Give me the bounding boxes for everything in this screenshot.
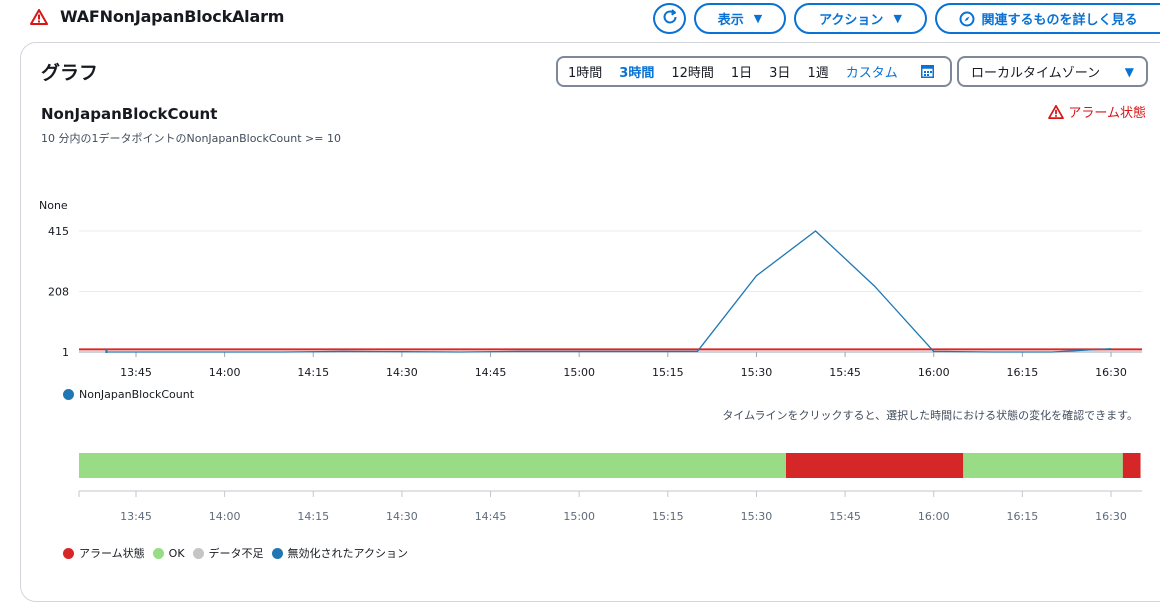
series-legend-swatch — [63, 389, 74, 400]
timeline-segment — [1122, 453, 1141, 478]
timeline-segment — [79, 453, 786, 478]
series-legend: NonJapanBlockCount — [63, 388, 194, 401]
legend-insufficient-swatch — [192, 547, 204, 559]
timeline-tick-label: 15:45 — [829, 510, 861, 523]
series-legend-label[interactable]: NonJapanBlockCount — [79, 388, 194, 401]
timeline-segment — [786, 453, 964, 478]
legend-alarm-label: アラーム状態 — [79, 547, 145, 560]
legend-disabled-label: 無効化されたアクション — [287, 547, 408, 560]
y-tick-label: 208 — [48, 286, 69, 299]
timeline-tick-label: 16:30 — [1095, 510, 1127, 523]
legend-insufficient-label: データ不足 — [208, 547, 264, 560]
x-tick-label: 14:45 — [475, 366, 507, 379]
x-tick-label: 14:00 — [209, 366, 241, 379]
timeline-tick-label: 14:45 — [475, 510, 507, 523]
x-tick-label: 15:30 — [741, 366, 773, 379]
legend-ok: OK — [152, 546, 185, 560]
timeline-tick-label: 14:00 — [209, 510, 241, 523]
timeline-hint: タイムラインをクリックすると、選択した時間における状態の変化を確認できます。 — [722, 409, 1138, 422]
x-tick-label: 16:00 — [918, 366, 950, 379]
timeline-tick-label: 16:00 — [918, 510, 950, 523]
x-tick-label: 14:30 — [386, 366, 418, 379]
metric-chart[interactable]: 1 208 415 13:45 14:00 14:15 14:30 14:45 15:00 15:… — [0, 0, 1160, 585]
x-tick-label: 15:00 — [563, 366, 595, 379]
timeline-segment — [963, 453, 1123, 478]
x-tick-label: 15:45 — [829, 366, 861, 379]
legend-ok-label: OK — [168, 546, 185, 560]
y-tick-label: 1 — [62, 346, 69, 359]
y-tick-label: 415 — [48, 225, 69, 238]
legend-insufficient: データ不足 — [192, 545, 264, 561]
legend-alarm: アラーム状態 — [63, 545, 145, 561]
timeline-tick-label: 14:30 — [386, 510, 418, 523]
x-tick-label: 13:45 — [120, 366, 152, 379]
timeline-tick-label: 14:15 — [297, 510, 329, 523]
timeline-tick-label: 15:00 — [563, 510, 595, 523]
legend-disabled-swatch — [271, 547, 283, 559]
legend-ok-swatch — [152, 547, 164, 559]
x-tick-label: 16:15 — [1007, 366, 1039, 379]
x-tick-label: 14:15 — [297, 366, 329, 379]
state-legend: アラーム状態 OK データ不足 無効化されたアクション — [63, 545, 416, 561]
timeline-tick-label: 13:45 — [120, 510, 152, 523]
x-tick-label: 15:15 — [652, 366, 684, 379]
legend-disabled: 無効化されたアクション — [271, 545, 408, 561]
timeline-tick-label: 16:15 — [1007, 510, 1039, 523]
timeline-tick-label: 15:30 — [741, 510, 773, 523]
timeline-tick-label: 15:15 — [652, 510, 684, 523]
x-tick-label: 16:30 — [1095, 366, 1127, 379]
legend-alarm-swatch — [63, 547, 74, 559]
